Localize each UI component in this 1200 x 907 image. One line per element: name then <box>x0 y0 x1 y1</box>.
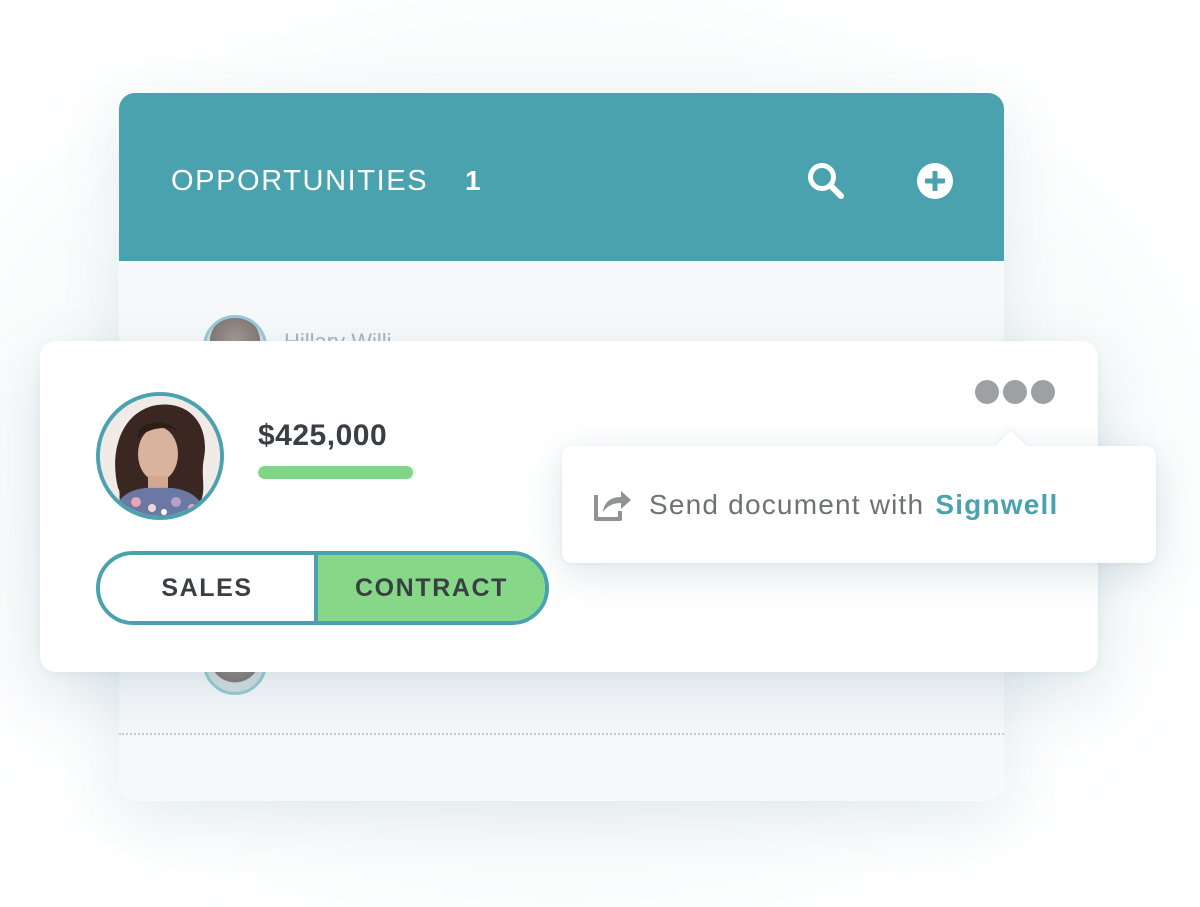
divider <box>119 733 1004 735</box>
search-button[interactable] <box>805 160 847 202</box>
more-dots-icon <box>1003 380 1027 404</box>
stage-toggle: SALES CONTRACT <box>96 551 549 625</box>
add-opportunity-button[interactable] <box>914 160 956 202</box>
more-dots-icon <box>975 380 999 404</box>
plus-circle-icon <box>917 163 953 199</box>
stage-contract[interactable]: CONTRACT <box>318 555 545 621</box>
deal-amount: $425,000 <box>258 419 388 452</box>
panel-title: OPPORTUNITIES <box>171 165 429 197</box>
avatar <box>96 392 224 520</box>
send-with-signwell-menu-item[interactable]: Send document with Signwell <box>592 485 1059 525</box>
deal-progress-bar <box>258 466 416 479</box>
contact-photo <box>100 396 220 516</box>
actions-menu: Send document with Signwell <box>562 430 1156 563</box>
more-dots-icon <box>1031 380 1055 404</box>
search-icon <box>808 163 844 199</box>
deal-progress-fill <box>258 466 413 479</box>
share-icon <box>594 491 631 521</box>
stage-sales[interactable]: SALES <box>100 555 318 621</box>
more-options-button[interactable] <box>972 379 1056 407</box>
opportunities-header: OPPORTUNITIES 1 <box>119 93 1004 261</box>
opportunity-count: 1 <box>465 165 481 196</box>
signwell-brand-label: Signwell <box>935 489 1059 520</box>
menu-item-label: Send document with <box>649 489 925 520</box>
